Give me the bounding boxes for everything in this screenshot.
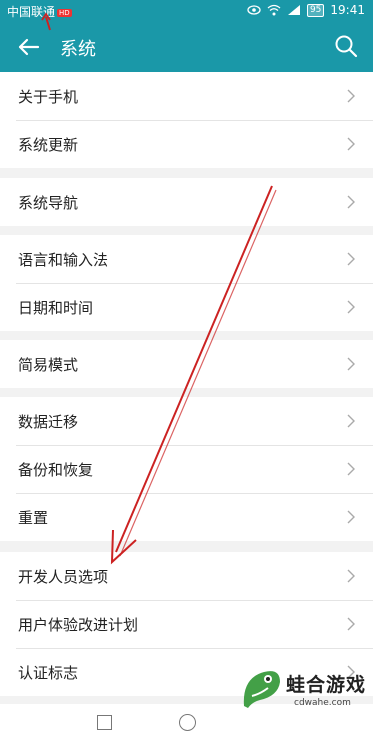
chevron-right-icon xyxy=(347,510,355,524)
hd-badge: HD xyxy=(57,9,72,17)
setting-label: 日期和时间 xyxy=(18,299,94,317)
page-title: 系统 xyxy=(60,39,96,60)
chevron-right-icon xyxy=(347,89,355,103)
battery-icon: 95 xyxy=(306,3,325,17)
setting-item-date-time[interactable]: 日期和时间 xyxy=(0,283,373,331)
setting-label: 用户体验改进计划 xyxy=(18,616,139,634)
frog-logo-icon xyxy=(243,671,280,708)
chevron-right-icon xyxy=(347,252,355,266)
status-bar: 中国联通 HD 95 19:41 xyxy=(0,0,373,22)
watermark-url: cdwahe.com xyxy=(294,698,351,708)
setting-item-system-update[interactable]: 系统更新 xyxy=(0,120,373,168)
setting-label: 备份和恢复 xyxy=(18,461,94,479)
setting-item-developer-options[interactable]: 开发人员选项 xyxy=(0,552,373,600)
clock: 19:41 xyxy=(330,3,365,17)
carrier-name: 中国联通 xyxy=(7,5,56,19)
setting-label: 语言和输入法 xyxy=(18,251,109,269)
chevron-right-icon xyxy=(347,357,355,371)
setting-label: 系统导航 xyxy=(18,194,79,212)
setting-label: 数据迁移 xyxy=(18,413,79,431)
chevron-right-icon xyxy=(347,462,355,476)
settings-group-4: 简易模式 xyxy=(0,340,373,388)
search-icon[interactable] xyxy=(333,33,359,59)
chevron-right-icon xyxy=(347,195,355,209)
chevron-right-icon xyxy=(347,137,355,151)
eye-icon xyxy=(247,5,261,15)
carrier-label: 中国联通 HD xyxy=(7,3,72,20)
chevron-right-icon xyxy=(347,617,355,631)
watermark: 蛙合游戏 cdwahe.com xyxy=(236,662,371,734)
settings-group-2: 系统导航 xyxy=(0,178,373,226)
setting-label: 系统更新 xyxy=(18,136,79,154)
setting-item-user-experience[interactable]: 用户体验改进计划 xyxy=(0,600,373,648)
signal-icon xyxy=(287,5,300,15)
setting-item-about-phone[interactable]: 关于手机 xyxy=(0,72,373,120)
chevron-right-icon xyxy=(347,569,355,583)
setting-item-simple-mode[interactable]: 简易模式 xyxy=(0,340,373,388)
setting-item-language-input[interactable]: 语言和输入法 xyxy=(0,235,373,283)
arrow-left-icon[interactable] xyxy=(14,32,44,62)
setting-item-data-migration[interactable]: 数据迁移 xyxy=(0,397,373,445)
status-icons: 95 19:41 xyxy=(247,3,365,17)
setting-label: 关于手机 xyxy=(18,88,79,106)
settings-group-5: 数据迁移 备份和恢复 重置 xyxy=(0,397,373,541)
setting-label: 认证标志 xyxy=(18,664,79,682)
chevron-right-icon xyxy=(347,300,355,314)
settings-group-1: 关于手机 系统更新 xyxy=(0,72,373,168)
setting-label: 重置 xyxy=(18,509,49,527)
recent-apps-icon[interactable] xyxy=(97,715,112,730)
setting-label: 开发人员选项 xyxy=(18,568,109,586)
settings-group-3: 语言和输入法 日期和时间 xyxy=(0,235,373,331)
setting-label: 简易模式 xyxy=(18,356,79,374)
setting-item-reset[interactable]: 重置 xyxy=(0,493,373,541)
app-bar: 系统 xyxy=(0,22,373,72)
setting-item-backup-restore[interactable]: 备份和恢复 xyxy=(0,445,373,493)
wifi-icon xyxy=(267,4,281,16)
watermark-name: 蛙合游戏 xyxy=(286,674,367,696)
home-icon[interactable] xyxy=(179,714,196,731)
chevron-right-icon xyxy=(347,414,355,428)
setting-item-system-navigation[interactable]: 系统导航 xyxy=(0,178,373,226)
